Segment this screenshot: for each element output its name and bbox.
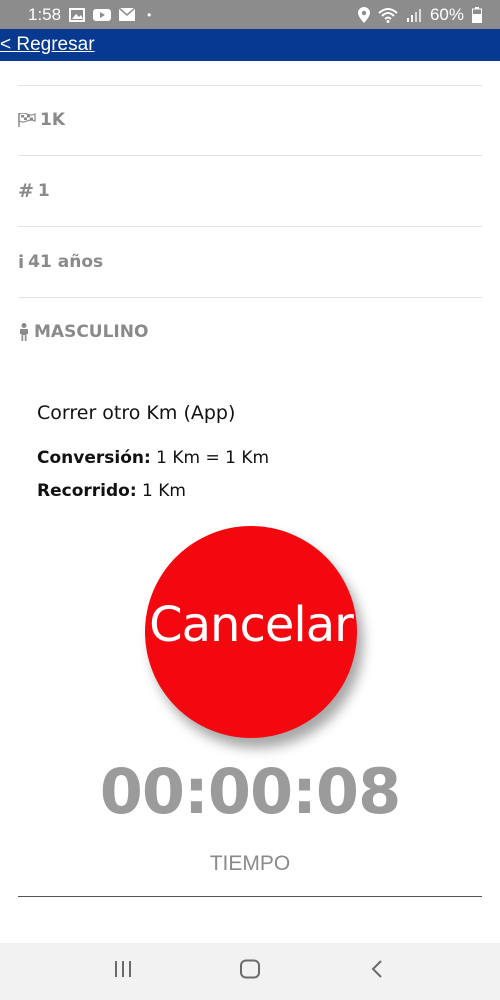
battery-icon <box>472 6 482 23</box>
divider <box>18 226 482 227</box>
info-row-gender: MASCULINO <box>18 312 482 352</box>
activity-title: Correr otro Km (App) <box>37 402 236 424</box>
gender-value: MASCULINO <box>34 322 149 342</box>
conversion-label: Conversión: <box>37 448 151 468</box>
mail-icon <box>119 8 136 21</box>
back-link[interactable]: < Regresar <box>0 34 95 56</box>
age-value: 41 años <box>28 252 104 272</box>
timer-value: 00:00:08 <box>99 755 401 828</box>
number-value: 1 <box>37 181 50 201</box>
signal-icon <box>406 7 422 23</box>
battery-percent: 60% <box>429 4 464 24</box>
divider <box>18 297 482 298</box>
conversion-value: 1 Km = 1 Km <box>150 448 270 468</box>
home-icon <box>239 959 261 984</box>
divider <box>18 85 482 86</box>
route-line: Recorrido: 1 Km <box>37 481 186 501</box>
status-time: 1:58 <box>28 4 62 24</box>
back-arrow-icon <box>370 959 384 984</box>
gallery-icon <box>69 7 86 22</box>
info-row-number: # 1 <box>18 171 482 211</box>
location-icon <box>357 6 370 23</box>
info-icon: i <box>18 251 25 273</box>
recent-apps-button[interactable] <box>93 952 153 992</box>
wifi-icon <box>378 7 398 23</box>
timer-label: TIEMPO <box>209 852 291 875</box>
flag-icon <box>18 113 36 127</box>
status-left: 1:58 • <box>28 5 151 25</box>
youtube-icon <box>93 8 112 22</box>
recent-apps-icon <box>113 960 133 983</box>
route-label: Recorrido: <box>37 481 137 501</box>
hash-icon: # <box>18 180 34 202</box>
route-value: 1 Km <box>136 481 186 501</box>
male-icon <box>18 323 30 341</box>
status-dot: • <box>147 7 152 22</box>
bottom-divider <box>18 896 482 897</box>
conversion-line: Conversión: 1 Km = 1 Km <box>37 448 269 468</box>
distance-value: 1K <box>40 110 66 130</box>
app-header: < Regresar <box>0 29 500 61</box>
nav-bar <box>0 943 500 1000</box>
info-row-age: i 41 años <box>18 242 482 282</box>
status-bar: 1:58 • 60% <box>0 0 500 29</box>
home-button[interactable] <box>220 952 280 992</box>
divider <box>18 155 482 156</box>
info-row-distance: 1K <box>18 100 482 140</box>
status-right: 60% <box>357 4 482 25</box>
cancel-button[interactable] <box>145 526 357 738</box>
back-button[interactable] <box>347 952 407 992</box>
